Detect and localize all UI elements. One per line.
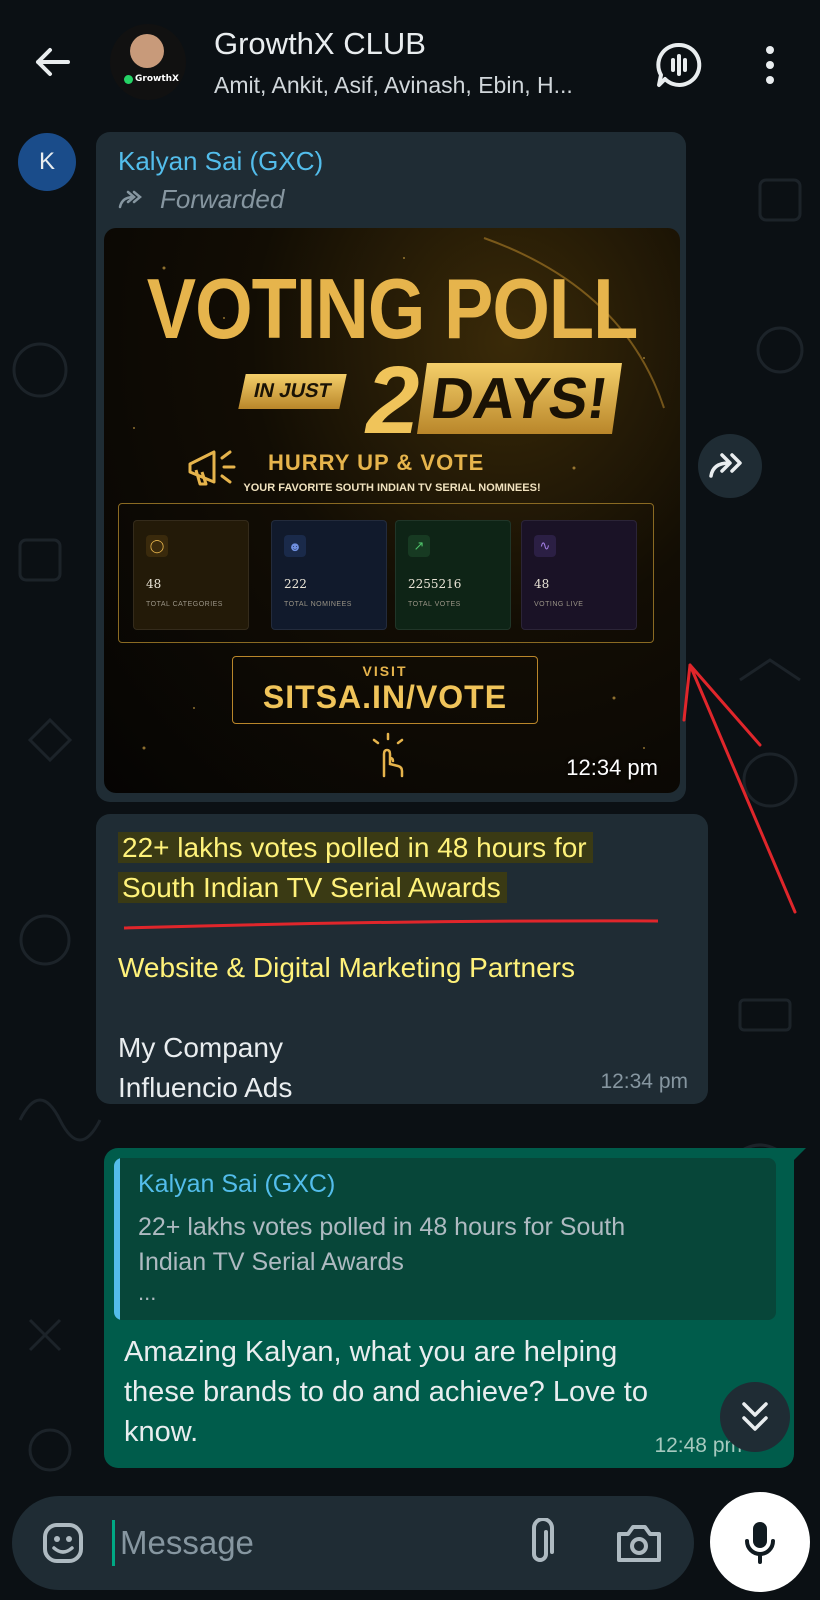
mic-icon: [745, 1522, 775, 1564]
pointer-hand-icon: [372, 732, 404, 778]
chat-title[interactable]: GrowthX CLUB: [214, 26, 426, 62]
poster-image[interactable]: VOTING POLL IN JUST 2 DAYS! HURRY UP & V…: [104, 228, 680, 793]
emoji-icon: [43, 1523, 83, 1563]
poster-hurry: HURRY UP & VOTE: [268, 450, 485, 475]
award-icon: ◯: [146, 535, 168, 557]
sender-avatar[interactable]: K: [18, 133, 76, 191]
avatar-face: [130, 34, 164, 68]
stat-card-categories: ◯ 48 TOTAL CATEGORIES: [133, 520, 249, 630]
voice-record-button[interactable]: [710, 1492, 810, 1592]
text-cursor: [112, 1520, 115, 1566]
sender-name[interactable]: Kalyan Sai (GXC): [118, 146, 323, 177]
message-time: 12:34 pm: [566, 755, 658, 780]
message-line: South Indian TV Serial Awards: [118, 868, 507, 908]
quoted-text: 22+ lakhs votes polled in 48 hours for S…: [138, 1213, 626, 1276]
attach-icon: [532, 1517, 554, 1562]
poster-stats: ◯ 48 TOTAL CATEGORIES ☻ 222 TOTAL NOMINE…: [118, 503, 654, 643]
camera-button[interactable]: [614, 1520, 664, 1566]
more-options-icon: [766, 46, 774, 54]
stat-card-nominees: ☻ 222 TOTAL NOMINEES: [271, 520, 387, 630]
back-arrow-icon: [36, 48, 70, 76]
message-line: My Company: [118, 1032, 283, 1063]
quoted-sender: Kalyan Sai (GXC): [138, 1170, 336, 1198]
forward-icon: [118, 190, 142, 208]
attach-button[interactable]: [520, 1517, 560, 1568]
voice-chat-icon: [656, 42, 702, 87]
emoji-button[interactable]: [40, 1520, 86, 1566]
share-icon: [709, 453, 742, 478]
forward-message-button[interactable]: [698, 434, 762, 498]
poster-url: SITSA.IN/VOTE: [262, 679, 508, 715]
quoted-message[interactable]: Kalyan Sai (GXC) 22+ lakhs votes polled …: [114, 1158, 776, 1320]
scroll-down-icon: [742, 1402, 768, 1431]
chat-participants[interactable]: Amit, Ankit, Asif, Avinash, Ebin, H...: [214, 72, 624, 99]
message-composer: [12, 1496, 694, 1590]
poster-subtitle: YOUR FAVORITE SOUTH INDIAN TV SERIAL NOM…: [243, 482, 541, 494]
message-time: 12:34 pm: [600, 1070, 688, 1093]
message-input[interactable]: [120, 1514, 500, 1572]
outgoing-reply-message[interactable]: Kalyan Sai (GXC) 22+ lakhs votes polled …: [104, 1148, 806, 1468]
poster-visit-box: VISIT SITSA.IN/VOTE: [232, 656, 538, 724]
chat-header: GrowthX GrowthX CLUB Amit, Ankit, Asif, …: [0, 0, 820, 120]
more-options-button[interactable]: [750, 40, 790, 90]
incoming-text-message[interactable]: 22+ lakhs votes polled in 48 hours for S…: [96, 814, 708, 1104]
back-button[interactable]: [30, 40, 74, 84]
camera-icon: [617, 1525, 661, 1562]
poster-days: DAYS!: [417, 363, 623, 434]
avatar-logo: GrowthX: [124, 74, 179, 84]
trending-icon: ↗: [408, 535, 430, 557]
message-line: Website & Digital Marketing Partners: [118, 952, 575, 983]
poster-number: 2: [366, 347, 420, 454]
incoming-image-message[interactable]: Kalyan Sai (GXC) Forwarded VOTING POLL I…: [96, 132, 686, 802]
stat-card-votes: ↗ 2255216 TOTAL VOTES: [395, 520, 511, 630]
users-icon: ☻: [284, 535, 306, 557]
poster-title: VOTING POLL: [146, 260, 639, 357]
message-line: Influencio Ads: [118, 1072, 293, 1103]
stat-card-voting-live: ∿ 48 VOTING LIVE: [521, 520, 637, 630]
activity-icon: ∿: [534, 535, 556, 557]
forwarded-label: Forwarded: [118, 184, 284, 215]
message-line: 22+ lakhs votes polled in 48 hours for: [118, 828, 593, 868]
voice-chat-button[interactable]: [654, 40, 704, 90]
group-avatar[interactable]: GrowthX: [110, 24, 186, 100]
poster-in-just: IN JUST: [238, 374, 347, 409]
scroll-to-bottom-button[interactable]: [720, 1382, 790, 1452]
